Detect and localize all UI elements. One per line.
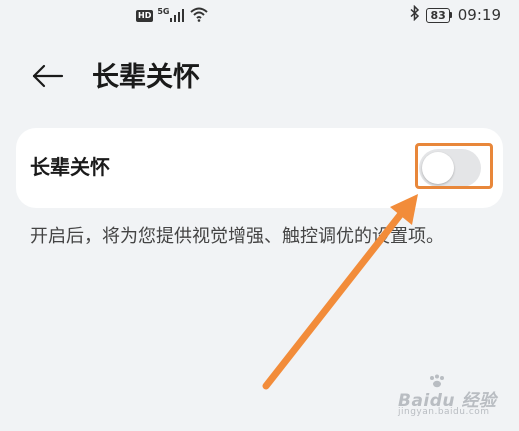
hd-badge: HD	[136, 10, 154, 22]
watermark-url: jingyan.baidu.com	[398, 407, 490, 417]
elder-care-toggle[interactable]	[419, 149, 481, 187]
signal-icon	[169, 7, 185, 26]
status-bar: HD 5G 83 09:19	[0, 0, 519, 30]
status-left: HD 5G	[136, 6, 209, 26]
watermark-text: Baidu 经验	[398, 391, 497, 411]
setting-label: 长辈关怀	[30, 155, 110, 179]
back-button[interactable]	[28, 60, 68, 96]
baidu-watermark: Baidu 经验 jingyan.baidu.com	[398, 374, 502, 420]
header: 长辈关怀	[0, 50, 519, 106]
battery-level: 83	[426, 7, 450, 23]
battery-icon: 83	[426, 7, 452, 23]
back-arrow-icon	[32, 64, 64, 92]
network-type-label: 5G	[157, 6, 170, 16]
wifi-icon	[189, 6, 209, 26]
status-right: 83 09:19	[410, 4, 501, 25]
battery-tip	[449, 12, 452, 18]
page-title: 长辈关怀	[92, 62, 200, 93]
clock: 09:19	[457, 6, 501, 24]
setting-description: 开启后，将为您提供视觉增强、触控调优的设置项。	[30, 226, 444, 247]
paw-icon	[428, 374, 446, 392]
toggle-knob	[422, 152, 454, 184]
bluetooth-icon	[410, 4, 420, 25]
